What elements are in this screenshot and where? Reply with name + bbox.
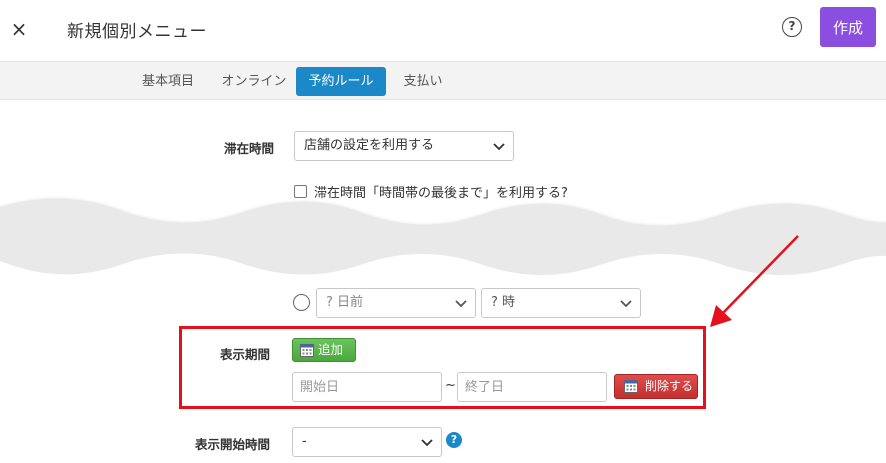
end-date-input[interactable] <box>457 372 607 402</box>
close-icon[interactable]: × <box>8 18 30 40</box>
days-before-select[interactable]: ? 日前 <box>316 288 476 318</box>
question-icon[interactable]: ? <box>446 432 462 448</box>
tab-payment[interactable]: 支払い <box>394 67 452 96</box>
stay-time-select[interactable]: 店舗の設定を利用する <box>294 131 514 161</box>
display-start-time-select-value: - <box>302 434 307 449</box>
header-bar: × 新規個別メニュー ? 作成 <box>0 0 886 62</box>
chevron-down-icon <box>421 439 433 447</box>
tab-online[interactable]: オンライン <box>220 67 288 96</box>
hour-select-value: ? 時 <box>491 295 516 310</box>
add-period-button-label: 追加 <box>318 342 344 357</box>
days-before-select-value: ? 日前 <box>326 295 364 310</box>
calendar-icon <box>624 380 638 393</box>
display-start-time-label: 表示開始時間 <box>194 437 270 452</box>
start-date-input[interactable] <box>292 372 442 402</box>
calendar-icon <box>300 344 314 357</box>
stay-time-select-value: 店舗の設定を利用する <box>304 138 435 153</box>
display-period-label: 表示期間 <box>219 347 270 362</box>
tab-reservation-rules[interactable]: 予約ルール <box>296 67 386 96</box>
torn-paper-divider <box>0 198 886 295</box>
chevron-down-icon <box>493 143 505 151</box>
date-range-separator: ~ <box>445 378 456 393</box>
stay-time-label: 滞在時間 <box>223 141 274 156</box>
tab-basic[interactable]: 基本項目 <box>132 67 204 96</box>
page-title: 新規個別メニュー <box>67 22 207 42</box>
help-icon[interactable]: ? <box>782 17 802 37</box>
delete-period-button[interactable]: 削除する <box>614 374 698 399</box>
add-period-button[interactable]: 追加 <box>292 338 356 362</box>
tab-bar: 基本項目 オンライン 予約ルール 支払い <box>0 62 886 100</box>
create-button[interactable]: 作成 <box>820 7 876 47</box>
chevron-down-icon <box>455 300 467 308</box>
hour-select[interactable]: ? 時 <box>481 288 641 318</box>
display-start-time-select[interactable]: - <box>292 427 442 457</box>
radio-days-before[interactable] <box>293 294 310 311</box>
delete-period-button-label: 削除する <box>645 379 694 393</box>
chevron-down-icon <box>620 300 632 308</box>
